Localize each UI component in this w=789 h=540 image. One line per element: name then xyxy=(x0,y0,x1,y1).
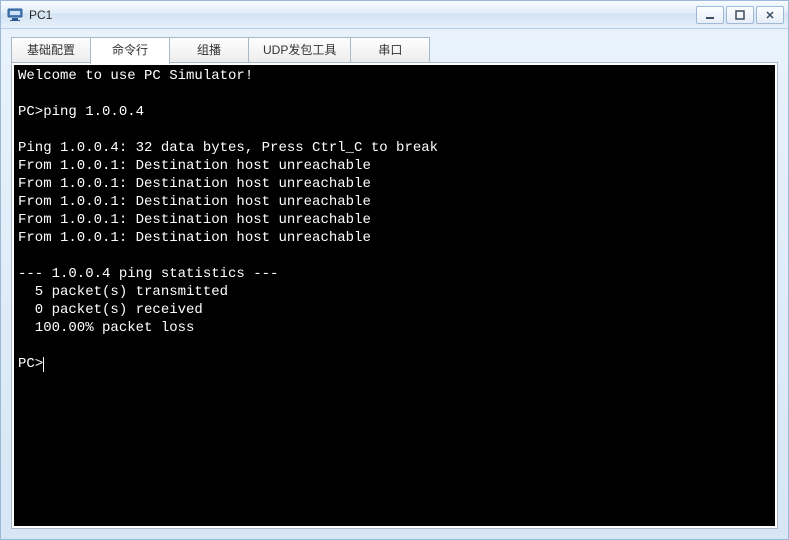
terminal-line: --- 1.0.0.4 ping statistics --- xyxy=(18,266,278,282)
close-button[interactable] xyxy=(756,6,784,24)
app-window: PC1 基础配置 命令行 组播 UDP发包工具 串口 Welcome to us… xyxy=(0,0,789,540)
terminal-line: PC>ping 1.0.0.4 xyxy=(18,104,144,120)
terminal-line: From 1.0.0.1: Destination host unreachab… xyxy=(18,194,371,210)
content-area: 基础配置 命令行 组播 UDP发包工具 串口 Welcome to use PC… xyxy=(1,29,788,539)
terminal-cursor xyxy=(43,357,44,372)
tab-panel: Welcome to use PC Simulator! PC>ping 1.0… xyxy=(11,62,778,529)
tab-multicast[interactable]: 组播 xyxy=(169,37,249,63)
terminal-line: From 1.0.0.1: Destination host unreachab… xyxy=(18,212,371,228)
tab-serial[interactable]: 串口 xyxy=(350,37,430,63)
window-title: PC1 xyxy=(29,8,696,22)
terminal-line: 5 packet(s) transmitted xyxy=(18,284,228,300)
terminal-line: Welcome to use PC Simulator! xyxy=(18,68,253,84)
titlebar[interactable]: PC1 xyxy=(1,1,788,29)
terminal-line: Ping 1.0.0.4: 32 data bytes, Press Ctrl_… xyxy=(18,140,438,156)
window-controls xyxy=(696,6,784,24)
tab-cli[interactable]: 命令行 xyxy=(90,37,170,64)
terminal-line: From 1.0.0.1: Destination host unreachab… xyxy=(18,230,371,246)
tab-bar: 基础配置 命令行 组播 UDP发包工具 串口 xyxy=(11,37,778,63)
terminal[interactable]: Welcome to use PC Simulator! PC>ping 1.0… xyxy=(14,65,775,526)
terminal-line: 100.00% packet loss xyxy=(18,320,194,336)
app-icon xyxy=(7,7,23,23)
terminal-line: PC> xyxy=(18,356,43,372)
terminal-line: 0 packet(s) received xyxy=(18,302,203,318)
tab-basic-config[interactable]: 基础配置 xyxy=(11,37,91,63)
terminal-line: From 1.0.0.1: Destination host unreachab… xyxy=(18,158,371,174)
minimize-button[interactable] xyxy=(696,6,724,24)
terminal-line: From 1.0.0.1: Destination host unreachab… xyxy=(18,176,371,192)
maximize-button[interactable] xyxy=(726,6,754,24)
tab-udp-tool[interactable]: UDP发包工具 xyxy=(248,37,351,63)
